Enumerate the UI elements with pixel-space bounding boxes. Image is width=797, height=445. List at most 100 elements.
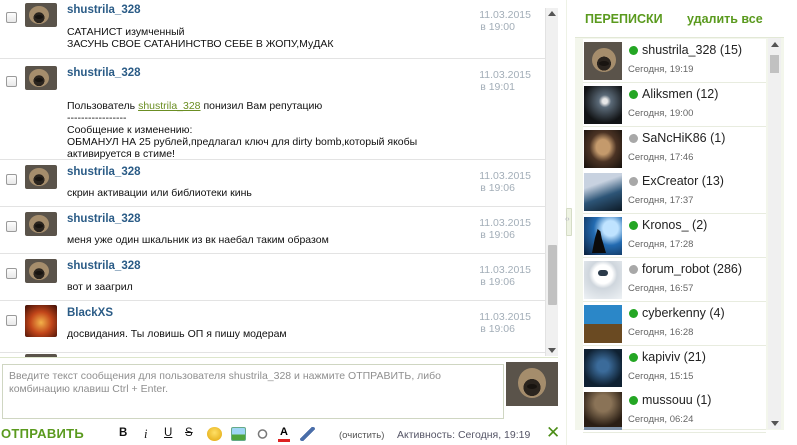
online-status-icon (629, 90, 638, 99)
message-checkbox[interactable] (6, 76, 17, 87)
activity-status: Активность: Сегодня, 19:19 (397, 429, 531, 441)
compose-divider (0, 357, 558, 358)
scroll-down-arrow-icon[interactable] (548, 348, 556, 353)
send-button[interactable]: ОТПРАВИТЬ (1, 426, 84, 441)
smiley-icon[interactable] (207, 427, 222, 441)
message-text: досвидания. Ты ловишь ОП я пишу модерам (67, 328, 287, 340)
scroll-up-arrow-icon[interactable] (548, 11, 556, 16)
message-date: 11.03.2015 в 19:06 (479, 264, 531, 288)
conversation-time: Сегодня, 16:28 (628, 327, 694, 338)
conversation-avatar[interactable] (584, 42, 622, 80)
message-author[interactable]: shustrila_328 (67, 67, 141, 79)
message-checkbox[interactable] (6, 174, 17, 185)
message-item: shustrila_328 меня уже один шкальник из … (0, 207, 545, 254)
text-color-icon[interactable]: A (278, 427, 290, 442)
underline-button[interactable]: U (164, 427, 172, 441)
conversation-list-scrollbar[interactable] (768, 38, 781, 429)
message-item: shustrila_328 САТАНИСТ изумченный ЗАСУНЬ… (0, 0, 545, 59)
message-item: shustrila_328 Пользователь shustrila_328… (0, 59, 545, 160)
offline-status-icon (629, 177, 638, 186)
conversation-item[interactable]: Aliksmen (12) Сегодня, 19:00 (583, 83, 766, 127)
online-status-icon (629, 396, 638, 405)
scrollbar-thumb[interactable] (548, 245, 557, 305)
conversation-avatar[interactable] (584, 261, 622, 299)
conversation-name[interactable]: forum_robot (286) (642, 262, 742, 276)
conversation-avatar[interactable] (584, 86, 622, 124)
user-profile-link[interactable]: shustrila_328 (138, 100, 200, 112)
delete-all-link[interactable]: удалить все (687, 12, 763, 26)
message-list-scrollbar[interactable] (545, 8, 558, 356)
conversation-time: Сегодня, 19:00 (628, 108, 694, 119)
pencil-icon[interactable] (300, 427, 315, 441)
online-status-icon (629, 221, 638, 230)
message-author[interactable]: BlackXS (67, 307, 113, 319)
conversation-item[interactable]: SaNcHiK86 (1) Сегодня, 17:46 (583, 127, 766, 171)
conversation-item[interactable]: shustrila_328 (15) Сегодня, 19:19 (583, 39, 766, 83)
italic-button[interactable]: i (144, 427, 147, 441)
conversations-title: ПЕРЕПИСКИ (585, 12, 663, 26)
close-icon[interactable]: ✕ (546, 424, 560, 442)
conversation-name[interactable]: Aliksmen (12) (642, 87, 718, 101)
link-icon[interactable] (255, 427, 270, 441)
conversation-name[interactable]: SaNcHiK86 (1) (642, 131, 725, 145)
conversation-item[interactable]: ExCreator (13) Сегодня, 17:37 (583, 170, 766, 214)
message-author[interactable]: shustrila_328 (67, 213, 141, 225)
message-date: 11.03.2015 в 19:06 (479, 217, 531, 241)
offline-status-icon (629, 134, 638, 143)
message-date: 11.03.2015 в 19:00 (479, 9, 531, 33)
conversation-name[interactable]: kapiviv (21) (642, 350, 706, 364)
scrollbar-thumb[interactable] (770, 55, 779, 73)
conversation-name[interactable]: mussouu (1) (642, 393, 711, 407)
conversation-name[interactable]: Kronos_ (2) (642, 218, 707, 232)
message-checkbox[interactable] (6, 12, 17, 23)
conversation-time: Сегодня, 16:57 (628, 283, 694, 294)
bold-button[interactable]: B (119, 427, 127, 441)
conversation-item[interactable]: kapiviv (21) Сегодня, 15:15 (583, 346, 766, 390)
panel-splitter-handle[interactable] (565, 208, 572, 236)
message-checkbox[interactable] (6, 268, 17, 279)
author-avatar[interactable] (25, 212, 57, 236)
conversation-avatar[interactable] (584, 130, 622, 168)
message-author[interactable]: shustrila_328 (67, 260, 141, 272)
compose-toolbar: ОТПРАВИТЬ B i U S A (очистить) Активност… (0, 424, 565, 444)
message-text: вот и заагрил (67, 281, 133, 293)
online-status-icon (629, 353, 638, 362)
message-text: скрин активации или библиотеки кинь (67, 187, 252, 199)
scroll-up-arrow-icon[interactable] (771, 42, 779, 47)
message-author[interactable]: shustrila_328 (67, 4, 141, 16)
conversation-item[interactable]: forum_robot (286) Сегодня, 16:57 (583, 258, 766, 302)
conversation-avatar[interactable] (584, 217, 622, 255)
scroll-down-arrow-icon[interactable] (771, 421, 779, 426)
recipient-avatar (506, 362, 558, 406)
message-date: 11.03.2015 в 19:01 (479, 69, 531, 93)
conversation-item[interactable]: Kronos_ (2) Сегодня, 17:28 (583, 214, 766, 258)
message-input[interactable] (2, 364, 504, 419)
message-item: BlackXS досвидания. Ты ловишь ОП я пишу … (0, 301, 545, 353)
conversation-time: Сегодня, 06:24 (628, 414, 694, 425)
conversation-name[interactable]: cyberkenny (4) (642, 306, 725, 320)
author-avatar[interactable] (25, 259, 57, 283)
conversation-avatar[interactable] (584, 305, 622, 343)
author-avatar[interactable] (25, 305, 57, 337)
image-icon[interactable] (231, 427, 246, 441)
clear-link[interactable]: (очистить) (339, 430, 384, 441)
conversation-time: Сегодня, 17:28 (628, 239, 694, 250)
message-text: меня уже один шкальник из вк наебал таки… (67, 234, 329, 246)
author-avatar[interactable] (25, 3, 57, 27)
message-checkbox[interactable] (6, 221, 17, 232)
message-author[interactable]: shustrila_328 (67, 166, 141, 178)
conversation-avatar[interactable] (584, 349, 622, 387)
conversation-item[interactable] (583, 427, 766, 430)
conversation-name[interactable]: shustrila_328 (15) (642, 43, 742, 57)
conversation-avatar[interactable] (584, 173, 622, 211)
conversation-avatar[interactable] (584, 427, 622, 430)
strikethrough-button[interactable]: S (185, 427, 193, 441)
conversation-item[interactable]: cyberkenny (4) Сегодня, 16:28 (583, 302, 766, 346)
message-list[interactable]: shustrila_328 САТАНИСТ изумченный ЗАСУНЬ… (0, 0, 545, 357)
offline-status-icon (629, 265, 638, 274)
conversation-name[interactable]: ExCreator (13) (642, 174, 724, 188)
message-checkbox[interactable] (6, 315, 17, 326)
author-avatar[interactable] (25, 66, 57, 90)
author-avatar[interactable] (25, 165, 57, 189)
conversation-avatar[interactable] (584, 392, 622, 430)
